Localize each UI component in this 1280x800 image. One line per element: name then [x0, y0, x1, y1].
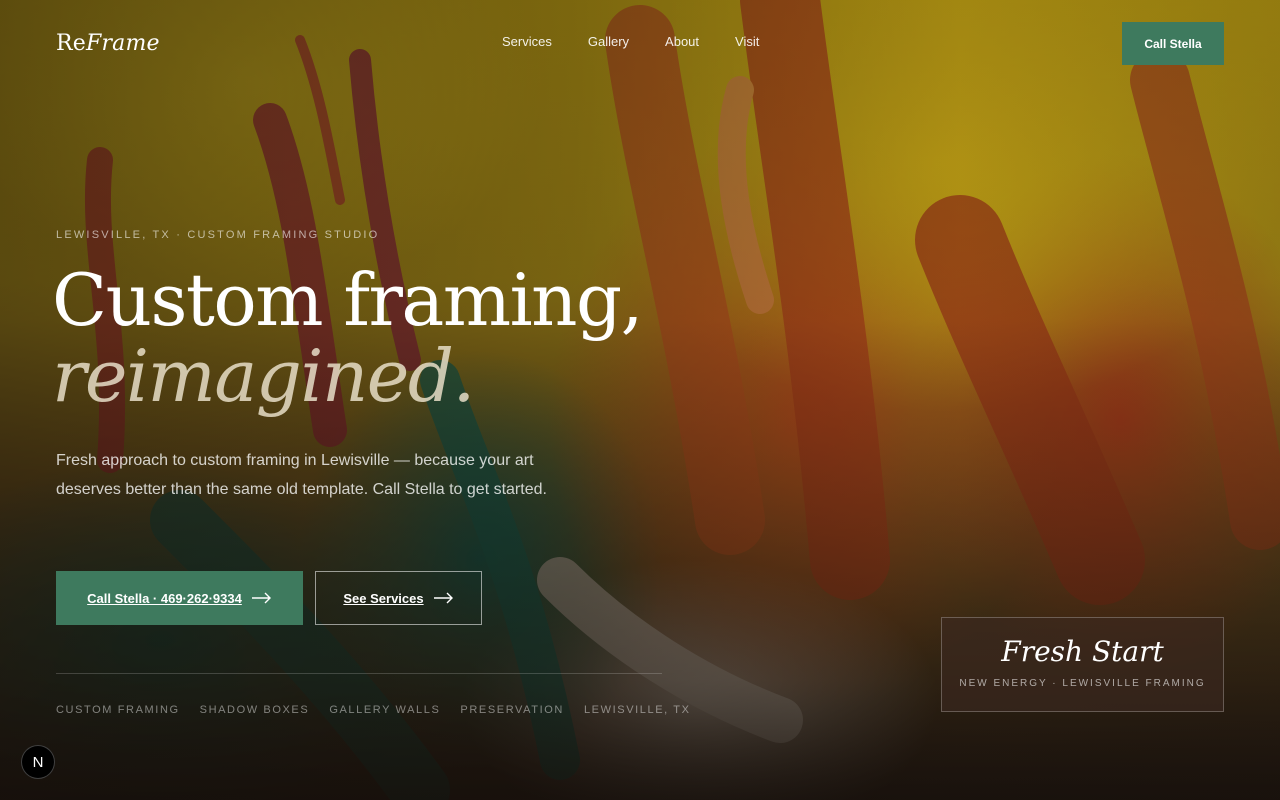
service-tag: SHADOW BOXES [199, 704, 310, 716]
service-tags: CUSTOM FRAMING SHADOW BOXES GALLERY WALL… [56, 704, 691, 716]
card-title: Fresh Start [1001, 635, 1164, 668]
call-stella-nav-button[interactable]: Call Stella [1122, 22, 1224, 65]
top-navigation: ReFrame Services Gallery About Visit Cal… [0, 0, 1280, 86]
arrow-right-icon [433, 592, 453, 604]
service-tag: GALLERY WALLS [329, 704, 441, 716]
secondary-button-label: See Services [343, 590, 424, 606]
nav-link-gallery[interactable]: Gallery [588, 34, 629, 49]
dev-badge-label: N [32, 753, 44, 771]
hero-headline: Custom framing, reimagined. [52, 262, 644, 418]
logo-prefix: Re [56, 30, 86, 56]
nav-link-about[interactable]: About [665, 34, 699, 49]
hero-divider [56, 673, 662, 674]
headline-line-1: Custom framing, [52, 258, 644, 342]
service-tag: CUSTOM FRAMING [56, 704, 180, 716]
site-logo[interactable]: ReFrame [56, 31, 160, 56]
service-tag: PRESERVATION [460, 704, 564, 716]
nav-link-services[interactable]: Services [502, 34, 552, 49]
see-services-button[interactable]: See Services [315, 571, 482, 625]
headline-line-2: reimagined. [52, 334, 475, 418]
fresh-start-card: Fresh Start NEW ENERGY · LEWISVILLE FRAM… [941, 617, 1224, 712]
hero-eyebrow: LEWISVILLE, TX · CUSTOM FRAMING STUDIO [56, 229, 380, 241]
nextjs-logo-icon[interactable]: N [21, 745, 55, 779]
nav-links: Services Gallery About Visit [502, 34, 759, 49]
card-subtitle: NEW ENERGY · LEWISVILLE FRAMING [959, 678, 1206, 689]
hero-description: Fresh approach to custom framing in Lewi… [56, 452, 547, 498]
arrow-right-icon [251, 592, 271, 604]
service-tag: LEWISVILLE, TX [583, 704, 691, 716]
call-stella-primary-button[interactable]: Call Stella · 469·262·9334 [56, 571, 303, 625]
primary-button-label: Call Stella · 469·262·9334 [87, 590, 242, 606]
nav-link-visit[interactable]: Visit [735, 34, 759, 49]
logo-suffix: Frame [85, 30, 160, 56]
